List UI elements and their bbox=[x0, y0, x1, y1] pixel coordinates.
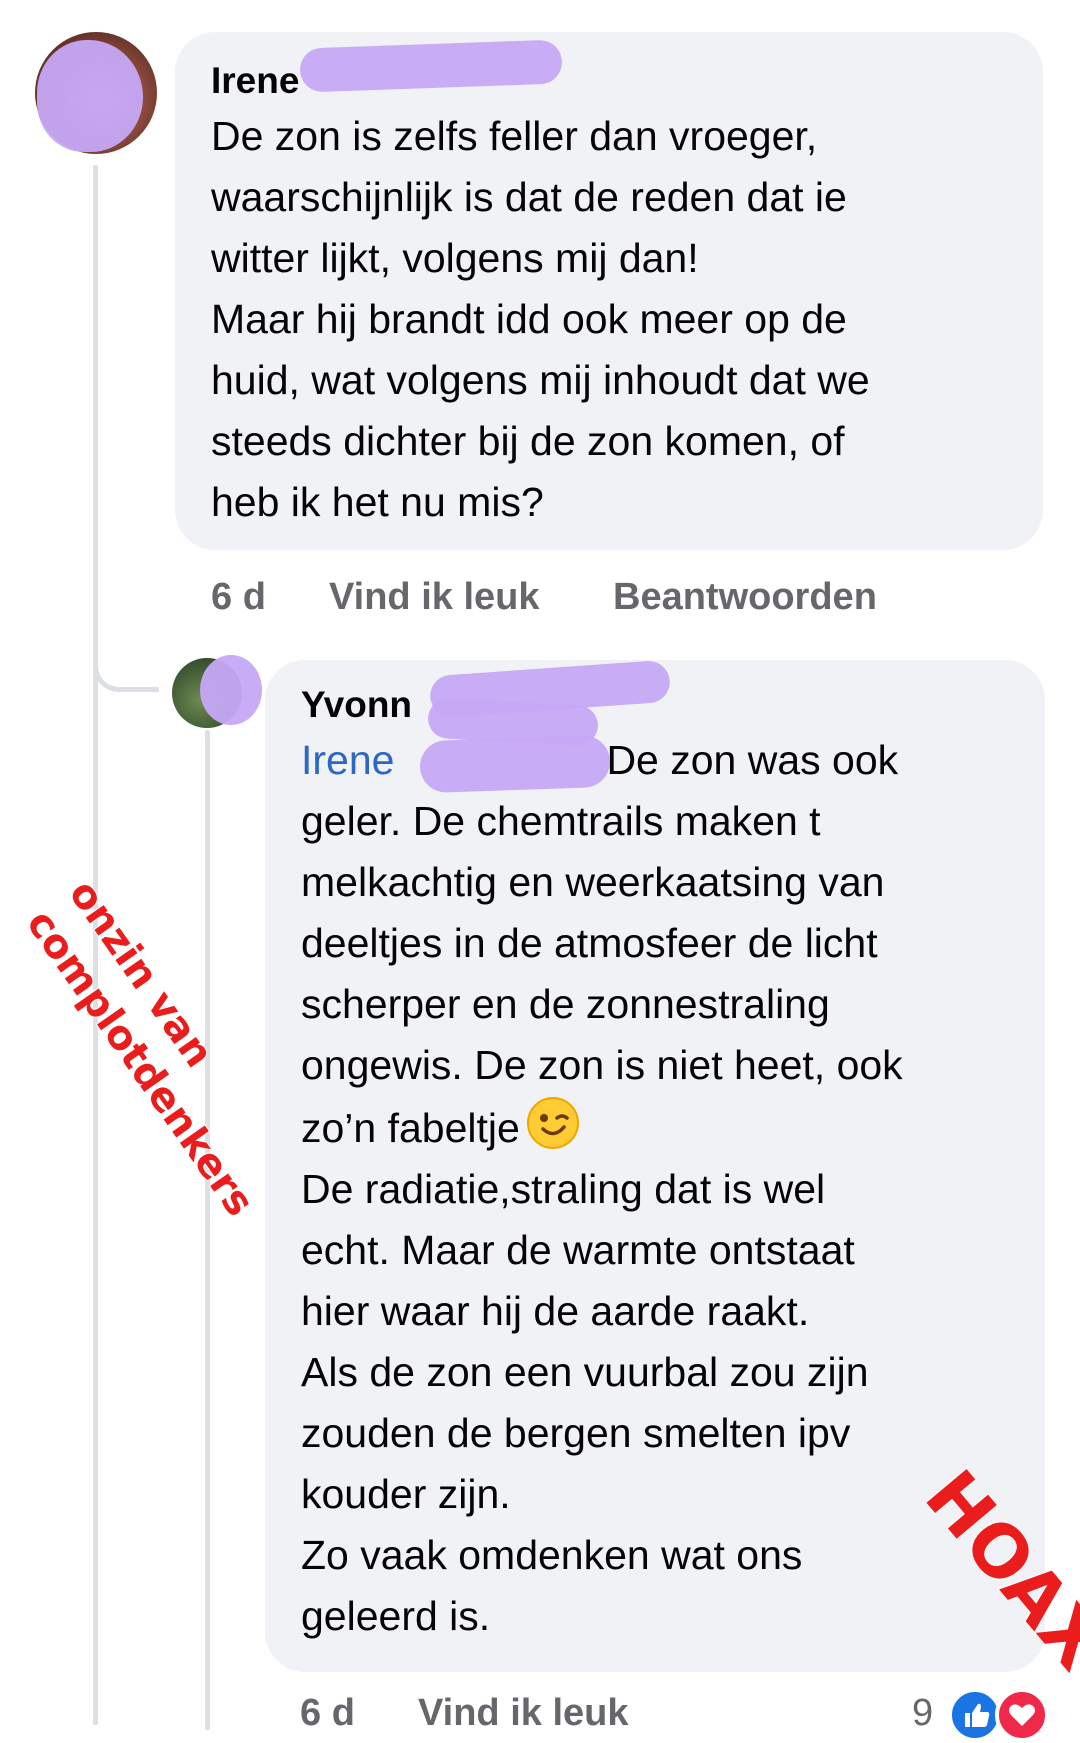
comment-line: heb ik het nu mis? bbox=[211, 479, 544, 525]
censor-blob bbox=[200, 655, 262, 725]
reply-timestamp[interactable]: 6 d bbox=[300, 1690, 355, 1736]
comment-text: De zon is zelfs feller dan vroeger, waar… bbox=[211, 106, 1005, 533]
reply-button[interactable]: Beantwoorden bbox=[613, 574, 877, 620]
reply-line: zo’n fabeltje bbox=[301, 1105, 520, 1151]
comment-line: witter lijkt, volgens mij dan! bbox=[211, 235, 699, 281]
comment-line: steeds dichter bij de zon komen, of bbox=[211, 418, 845, 464]
like-button[interactable]: Vind ik leuk bbox=[329, 574, 539, 620]
reply-text: Irene De zon was ook geler. De chemtrails… bbox=[301, 730, 1015, 1647]
reply-line: Zo vaak omdenken wat ons bbox=[301, 1532, 803, 1578]
annotation-text: onzin van complotdenkers bbox=[15, 870, 308, 1226]
like-button[interactable]: Vind ik leuk bbox=[418, 1690, 628, 1736]
thumbs-up-icon bbox=[965, 1703, 990, 1727]
reply-line: De zon was ook bbox=[606, 737, 899, 783]
reply-line: kouder zijn. bbox=[301, 1471, 511, 1517]
reply-emoji-line: zo’n fabeltje bbox=[301, 1096, 1015, 1159]
reply-line: hier waar hij de aarde raakt. bbox=[301, 1288, 810, 1334]
mention-link[interactable]: Irene bbox=[301, 737, 394, 783]
like-icon[interactable] bbox=[948, 1688, 1002, 1742]
winking-face-icon bbox=[526, 1097, 579, 1149]
reply-line: zouden de bergen smelten ipv bbox=[301, 1410, 851, 1456]
censor-blob bbox=[419, 734, 611, 794]
reply-line: scherper en de zonnestraling bbox=[301, 981, 830, 1027]
reaction-count[interactable]: 9 bbox=[912, 1690, 933, 1736]
comment-actions: 6 d Vind ik leuk Beantwoorden bbox=[211, 574, 1011, 620]
reply-line: deeltjes in de atmosfeer de licht bbox=[301, 920, 878, 966]
comment-line: De zon is zelfs feller dan vroeger, bbox=[211, 113, 818, 159]
censor-blob bbox=[299, 39, 563, 93]
reply-line: geleerd is. bbox=[301, 1593, 491, 1639]
reply-thread-line bbox=[205, 730, 210, 1730]
reply-line: Als de zon een vuurbal zou zijn bbox=[301, 1349, 869, 1395]
reply-line: De radiatie,straling dat is wel bbox=[301, 1166, 826, 1212]
comment-line: huid, wat volgens mij inhoudt dat we bbox=[211, 357, 870, 403]
reply-connector bbox=[93, 620, 159, 692]
comment-bubble[interactable]: Irene De zon is zelfs feller dan vroeger… bbox=[175, 32, 1043, 550]
comment-line: Maar hij brandt idd ook meer op de bbox=[211, 296, 847, 342]
reply-line: ongewis. De zon is niet heet, ook bbox=[301, 1042, 903, 1088]
reply-line: melkachtig en weerkaatsing van bbox=[301, 859, 885, 905]
reply-line: geler. De chemtrails maken t bbox=[301, 798, 821, 844]
censor-blob bbox=[37, 40, 143, 152]
heart-icon bbox=[1009, 1704, 1035, 1726]
comment-line: waarschijnlijk is dat de reden dat ie bbox=[211, 174, 847, 220]
love-icon[interactable] bbox=[995, 1688, 1049, 1742]
reply-first-line: Irene De zon was ook bbox=[301, 730, 1015, 791]
reply-line: echt. Maar de warmte ontstaat bbox=[301, 1227, 855, 1273]
comment-timestamp[interactable]: 6 d bbox=[211, 574, 266, 620]
